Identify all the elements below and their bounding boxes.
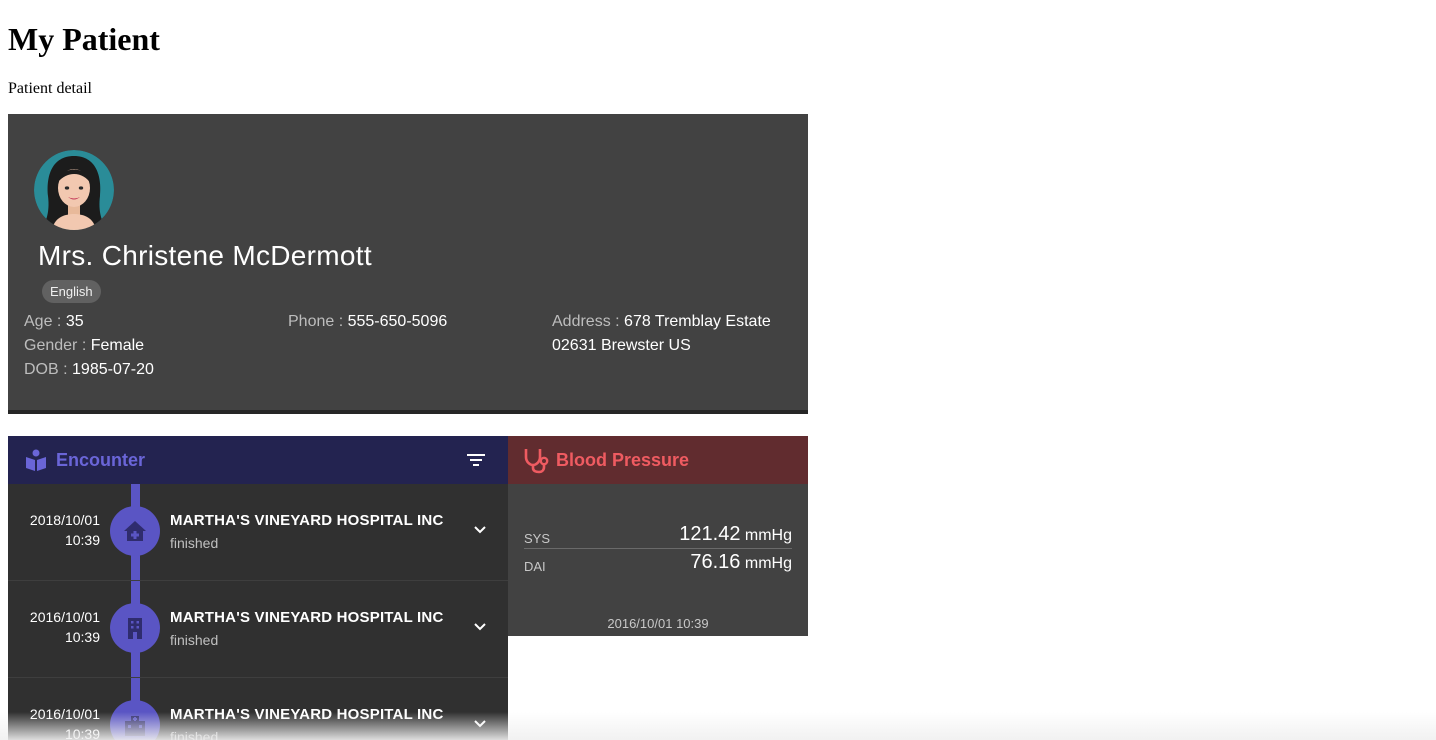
phone-label: Phone :	[288, 313, 344, 330]
building-icon	[110, 603, 160, 653]
patient-info-col-2: Phone : 555-650-5096	[288, 310, 447, 334]
chevron-down-icon[interactable]	[472, 716, 488, 732]
bp-date: 2016/10/01 10:39	[607, 616, 709, 631]
dob-label: DOB :	[24, 361, 68, 378]
chevron-down-icon[interactable]	[472, 619, 488, 635]
blood-pressure-title: Blood Pressure	[556, 450, 690, 470]
gender-value: Female	[90, 337, 145, 354]
dai-value: 76.16	[690, 551, 741, 573]
encounter-time: 10:39	[64, 532, 100, 548]
encounter-status: finished	[170, 535, 219, 551]
address-line2: 02631 Brewster US	[552, 337, 691, 354]
dai-reading: 76.16 mmHg	[690, 551, 792, 574]
sys-reading: 121.42 mmHg	[679, 523, 792, 546]
encounter-status: finished	[170, 632, 219, 648]
encounter-status: finished	[170, 729, 219, 740]
blood-pressure-header: Blood Pressure	[508, 436, 808, 484]
encounter-name: MARTHA'S VINEYARD HOSPITAL INC	[170, 609, 444, 626]
encounter-time: 10:39	[64, 629, 100, 645]
address-label: Address :	[552, 313, 620, 330]
encounter-datetime: 2016/10/01 10:39	[30, 704, 100, 740]
stethoscope-icon	[524, 449, 549, 474]
blood-pressure-panel: Blood Pressure SYS 121.42 mmHg DAI 76.16…	[508, 436, 808, 636]
dob-value: 1985-07-20	[72, 361, 154, 378]
encounter-date: 2018/10/01	[29, 512, 100, 528]
encounter-row[interactable]: 2018/10/01 10:39 MARTHA'S VINEYARD HOSPI…	[8, 484, 508, 581]
encounter-date: 2016/10/01	[29, 609, 100, 625]
patient-info-col-3: Address : 678 Tremblay Estate 02631 Brew…	[552, 310, 771, 358]
patient-info-col-1: Age : 35 Gender : Female DOB : 1985-07-2…	[24, 310, 154, 382]
patient-avatar	[34, 150, 114, 230]
patient-card: Mrs. Christene McDermott English Age : 3…	[8, 114, 808, 414]
sys-label: SYS	[524, 531, 551, 546]
gender-label: Gender :	[24, 337, 87, 354]
age-label: Age :	[24, 313, 62, 330]
filter-icon[interactable]	[464, 450, 488, 470]
encounter-title: Encounter	[56, 450, 146, 470]
bp-sys-row: SYS 121.42 mmHg	[524, 520, 792, 548]
dai-unit: mmHg	[744, 555, 792, 572]
hospital-building-icon	[110, 700, 160, 740]
age-value: 35	[65, 313, 84, 330]
encounter-datetime: 2018/10/01 10:39	[30, 510, 100, 550]
page-subtitle: Patient detail	[8, 80, 92, 97]
sys-value: 121.42	[679, 523, 741, 545]
encounter-name: MARTHA'S VINEYARD HOSPITAL INC	[170, 512, 444, 529]
patient-name: Mrs. Christene McDermott	[38, 240, 372, 271]
encounter-time: 10:39	[64, 726, 100, 740]
dai-label: DAI	[524, 559, 546, 574]
language-chip: English	[42, 280, 101, 303]
page-title: My Patient	[8, 21, 160, 57]
chevron-down-icon[interactable]	[472, 522, 488, 538]
encounter-datetime: 2016/10/01 10:39	[30, 607, 100, 647]
encounter-row[interactable]: 2016/10/01 10:39 MARTHA'S VINEYARD HOSPI…	[8, 678, 508, 740]
encounter-row[interactable]: 2016/10/01 10:39 MARTHA'S VINEYARD HOSPI…	[8, 581, 508, 678]
encounter-name: MARTHA'S VINEYARD HOSPITAL INC	[170, 706, 444, 723]
encounter-icon	[26, 449, 46, 471]
encounter-panel: Encounter 2018/10/01 10:39 MARTHA'S VINE…	[8, 436, 508, 740]
phone-value: 555-650-5096	[347, 313, 448, 330]
address-line1: 678 Tremblay Estate	[624, 313, 771, 330]
hospital-house-icon	[110, 506, 160, 556]
encounter-date: 2016/10/01	[29, 706, 100, 722]
bp-dai-row: DAI 76.16 mmHg	[524, 548, 792, 576]
encounter-header: Encounter	[8, 436, 508, 484]
sys-unit: mmHg	[744, 527, 792, 544]
